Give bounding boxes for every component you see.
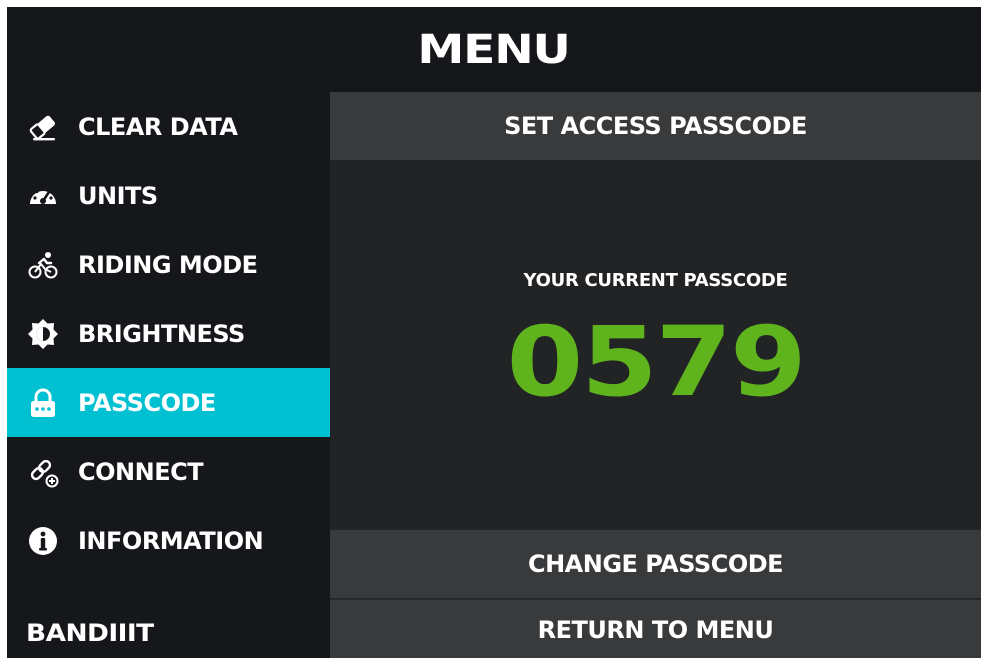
link-plus-icon (26, 455, 60, 489)
brand-logo: BANDIIIT (26, 619, 154, 647)
sidebar-item-clear-data[interactable]: CLEAR DATA (7, 92, 330, 161)
sidebar-item-riding-mode[interactable]: RIDING MODE (7, 230, 330, 299)
sidebar-item-label: CLEAR DATA (78, 112, 238, 141)
cyclist-icon (26, 248, 60, 282)
return-to-menu-button[interactable]: RETURN TO MENU (330, 599, 981, 658)
passcode-caption: YOUR CURRENT PASSCODE (523, 270, 788, 291)
sidebar-item-information[interactable]: INFORMATION (7, 506, 330, 575)
app-screen: MENU CLEAR DATA UNITS RIDING MODE BRIGHT… (7, 7, 981, 658)
passcode-value: 0579 (506, 306, 806, 418)
passcode-panel: SET ACCESS PASSCODE YOUR CURRENT PASSCOD… (330, 92, 981, 658)
change-passcode-button[interactable]: CHANGE PASSCODE (330, 530, 981, 598)
sidebar-item-connect[interactable]: CONNECT (7, 437, 330, 506)
sidebar-item-label: CONNECT (78, 457, 204, 486)
sidebar-item-label: UNITS (78, 181, 158, 210)
panel-title: SET ACCESS PASSCODE (330, 92, 981, 160)
brightness-icon (26, 317, 60, 351)
header: MENU (7, 7, 981, 92)
sidebar-item-units[interactable]: UNITS (7, 161, 330, 230)
sidebar-item-label: BRIGHTNESS (78, 319, 245, 348)
sidebar-item-label: PASSCODE (78, 388, 216, 417)
lock-icon (26, 386, 60, 420)
sidebar-item-label: RIDING MODE (78, 250, 258, 279)
eraser-icon (26, 110, 60, 144)
page-title: MENU (417, 26, 572, 73)
speedometer-icon (26, 179, 60, 213)
sidebar-item-label: INFORMATION (78, 526, 264, 555)
info-icon (26, 524, 60, 558)
